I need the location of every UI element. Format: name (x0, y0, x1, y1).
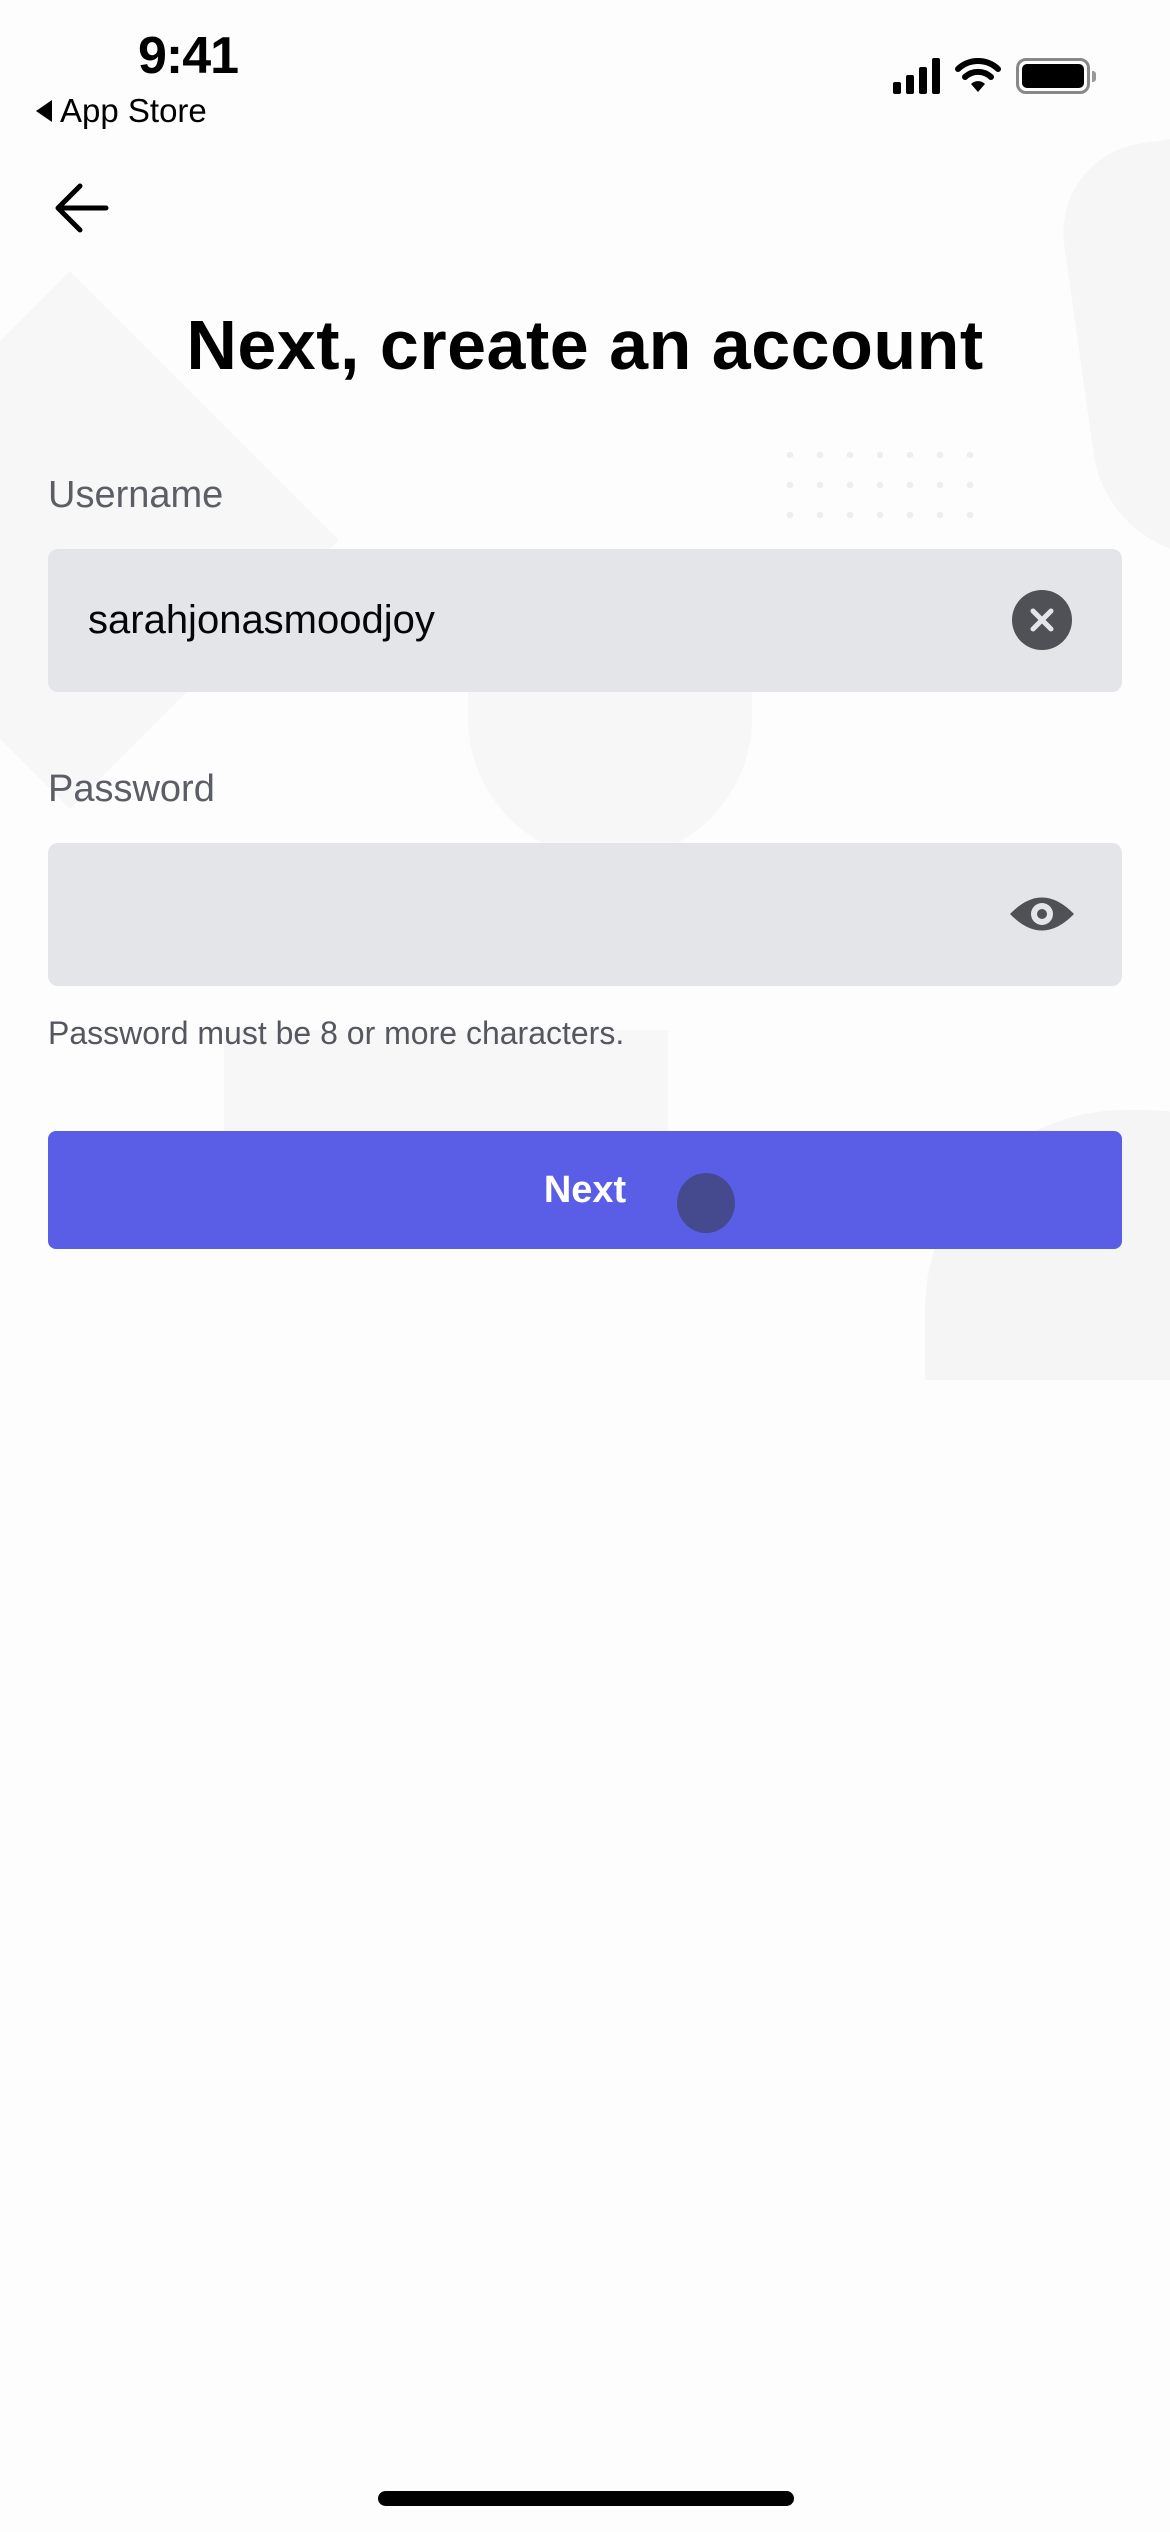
back-to-app-store-link[interactable]: App Store (36, 92, 207, 130)
touch-indicator (677, 1173, 735, 1233)
clear-circle-x-icon (1030, 608, 1054, 632)
arrow-left-icon[interactable] (52, 178, 112, 238)
password-label: Password (48, 768, 215, 810)
status-icons (893, 58, 1096, 94)
back-app-label: App Store (60, 92, 207, 129)
home-indicator[interactable] (378, 2491, 794, 2506)
clear-username-button[interactable] (1012, 590, 1072, 650)
password-hint: Password must be 8 or more characters. (48, 1015, 625, 1051)
status-time: 9:41 (138, 27, 239, 85)
background-dot-grid (775, 440, 975, 520)
username-field-container (48, 549, 1122, 692)
wifi-icon (955, 58, 1001, 92)
eye-icon[interactable] (1008, 889, 1076, 939)
cellular-signal-icon (893, 58, 940, 94)
password-input[interactable] (88, 892, 988, 937)
next-button-label: Next (543, 1168, 627, 1211)
status-bar: 9:41 App Store (0, 0, 1170, 140)
back-triangle-icon (36, 100, 52, 122)
page-title: Next, create an account (186, 306, 984, 384)
password-field-container (48, 843, 1122, 986)
username-input[interactable] (88, 598, 988, 643)
next-button[interactable]: Next (48, 1131, 1122, 1249)
battery-icon (1016, 58, 1096, 94)
username-label: Username (48, 474, 224, 516)
